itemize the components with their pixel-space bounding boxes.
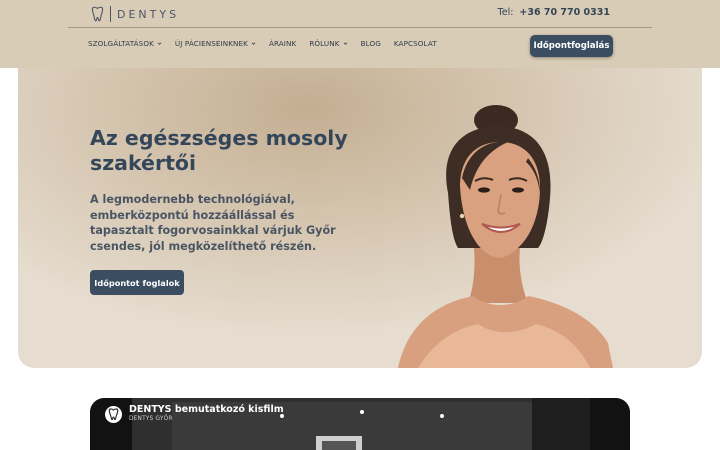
site-header: DENTYS Tel: +36 70 770 0331 SZOLGÁLTATÁSO… xyxy=(0,0,720,68)
chevron-down-icon xyxy=(343,42,347,45)
chevron-down-icon xyxy=(251,42,256,45)
hero-cta-button[interactable]: Időpontot foglalok xyxy=(90,270,184,295)
hero-title-line1: Az egészséges mosoly xyxy=(90,126,348,150)
nav-item-kapcsolat[interactable]: KAPCSOLAT xyxy=(394,39,437,48)
video-channel-avatar[interactable] xyxy=(105,406,122,423)
phone-contact[interactable]: Tel: +36 70 770 0331 xyxy=(498,7,610,18)
logo-separator xyxy=(110,6,111,22)
book-appointment-button[interactable]: Időpontfoglalás xyxy=(530,35,613,57)
hero-section: Az egészséges mosoly szakértői A legmode… xyxy=(18,68,702,368)
tooth-icon xyxy=(108,408,119,421)
hero-description: A legmodernebb technológiával, emberközp… xyxy=(90,193,336,253)
hero-portrait-image xyxy=(398,105,613,368)
chevron-down-icon xyxy=(157,42,162,45)
nav-item-uj-pacienseinknek[interactable]: ÚJ PÁCIENSEINKNEK xyxy=(175,39,256,48)
hero-title-line2: szakértői xyxy=(90,151,196,175)
tooth-icon xyxy=(91,6,104,22)
nav-item-label: RÓLUNK xyxy=(309,39,340,48)
intro-video-player[interactable]: DENTYS bemutatkozó kisfilm DENTYS GYŐR xyxy=(90,398,630,450)
nav-item-label: SZOLGÁLTATÁSOK xyxy=(88,39,154,48)
phone-number[interactable]: +36 70 770 0331 xyxy=(519,7,610,18)
header-divider xyxy=(68,27,652,28)
nav-item-label: BLOG xyxy=(360,39,381,48)
nav-item-araink[interactable]: ÁRAINK xyxy=(269,39,296,48)
video-channel-name: DENTYS GYŐR xyxy=(129,416,173,422)
nav-item-label: ÚJ PÁCIENSEINKNEK xyxy=(174,39,248,48)
logo[interactable]: DENTYS xyxy=(89,4,179,24)
nav-item-label: ÁRAINK xyxy=(268,39,297,48)
nav-item-label: KAPCSOLAT xyxy=(393,39,437,48)
video-title[interactable]: DENTYS bemutatkozó kisfilm xyxy=(129,404,284,415)
nav-item-rolunk[interactable]: RÓLUNK xyxy=(309,39,347,48)
nav-item-blog[interactable]: BLOG xyxy=(361,39,381,48)
logo-text: DENTYS xyxy=(117,7,180,21)
hero-title: Az egészséges mosoly szakértői xyxy=(90,126,350,176)
phone-label: Tel: xyxy=(497,7,514,18)
main-nav: SZOLGÁLTATÁSOK ÚJ PÁCIENSEINKNEK ÁRAINK … xyxy=(88,39,450,48)
nav-item-szolgaltatasok[interactable]: SZOLGÁLTATÁSOK xyxy=(88,39,162,48)
